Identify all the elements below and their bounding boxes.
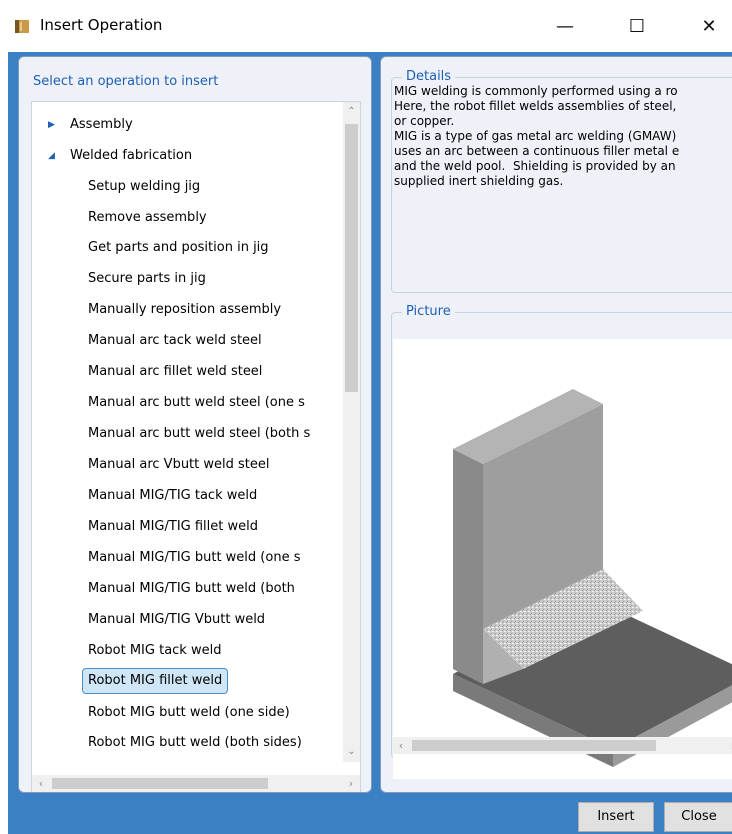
list-item[interactable]: Manually reposition assembly [88, 297, 281, 323]
list-item[interactable]: Robot MIG tack weld [88, 638, 221, 664]
list-item[interactable]: Manual arc tack weld steel [88, 328, 262, 354]
fillet-weld-illustration [453, 389, 732, 767]
list-item[interactable]: Manual arc butt weld steel (one s [88, 390, 305, 416]
tree-vertical-scroll-thumb[interactable] [345, 124, 358, 392]
window-title: Insert Operation [40, 16, 163, 34]
list-item[interactable]: Manual MIG/TIG butt weld (one s [88, 545, 300, 571]
insert-button[interactable]: Insert [578, 802, 654, 832]
list-item[interactable]: Manual MIG/TIG Vbutt weld [88, 607, 265, 633]
maximize-button[interactable]: ☐ [614, 0, 660, 52]
list-item[interactable]: Manual MIG/TIG tack weld [88, 483, 257, 509]
scroll-down-icon[interactable]: ⌄ [343, 742, 360, 762]
details-label: Details [402, 69, 456, 84]
list-item[interactable]: Robot MIG butt weld (one side) [88, 700, 290, 726]
tree-vertical-scrollbar[interactable]: ⌃ ⌄ [343, 102, 360, 762]
list-item[interactable]: Manual arc butt weld steel (both s [88, 421, 310, 447]
close-window-button[interactable]: ✕ [686, 0, 732, 52]
tree-horizontal-scrollbar[interactable]: ‹ › [32, 775, 360, 792]
chevron-right-icon[interactable]: ▶ [48, 112, 55, 138]
scroll-left-icon[interactable]: ‹ [32, 775, 50, 792]
list-item[interactable]: Manual arc Vbutt weld steel [88, 452, 270, 478]
details-group: Details MIG welding is commonly performe… [391, 69, 732, 293]
picture-horizontal-scroll-thumb[interactable] [412, 740, 656, 751]
list-item[interactable]: Robot MIG butt weld (both sides) [88, 730, 302, 756]
operation-pane: Select an operation to insert ▶ Assembly… [18, 56, 372, 793]
picture-preview [393, 339, 732, 779]
list-item[interactable]: Setup welding jig [88, 174, 200, 200]
list-item[interactable]: Get parts and position in jig [88, 235, 269, 261]
picture-horizontal-scrollbar[interactable]: ‹ › [392, 737, 732, 754]
tree-horizontal-scroll-thumb[interactable] [52, 778, 268, 789]
operation-tree[interactable]: ▶ Assembly ◢ Welded fabrication Setup we… [31, 101, 361, 792]
app-icon [15, 20, 29, 33]
minimize-button[interactable]: — [542, 0, 588, 52]
chevron-down-icon[interactable]: ◢ [48, 143, 55, 169]
list-item-selected[interactable]: Robot MIG fillet weld [82, 668, 229, 694]
insert-operation-dialog: Insert Operation — ☐ ✕ Select an operati… [0, 0, 732, 834]
scroll-up-icon[interactable]: ⌃ [343, 102, 360, 122]
scroll-left-icon[interactable]: ‹ [392, 737, 410, 754]
list-item[interactable]: Secure parts in jig [88, 266, 206, 292]
list-item[interactable]: Manual arc fillet weld steel [88, 359, 262, 385]
list-item[interactable]: Manual MIG/TIG fillet weld [88, 514, 258, 540]
info-pane: Details MIG welding is commonly performe… [380, 56, 732, 793]
picture-label: Picture [402, 304, 455, 319]
details-text: MIG welding is commonly performed using … [394, 84, 680, 188]
title-bar: Insert Operation — ☐ ✕ [0, 0, 732, 52]
close-button[interactable]: Close [664, 802, 732, 832]
picture-group: Picture ‹ [391, 304, 732, 779]
scroll-right-icon[interactable]: › [342, 775, 360, 792]
operation-pane-heading: Select an operation to insert [33, 74, 219, 89]
list-item[interactable]: Manual MIG/TIG butt weld (both [88, 576, 295, 602]
scroll-right-icon[interactable]: › [724, 737, 732, 754]
list-item[interactable]: Remove assembly [88, 205, 207, 231]
dialog-client: Select an operation to insert ▶ Assembly… [8, 52, 732, 834]
